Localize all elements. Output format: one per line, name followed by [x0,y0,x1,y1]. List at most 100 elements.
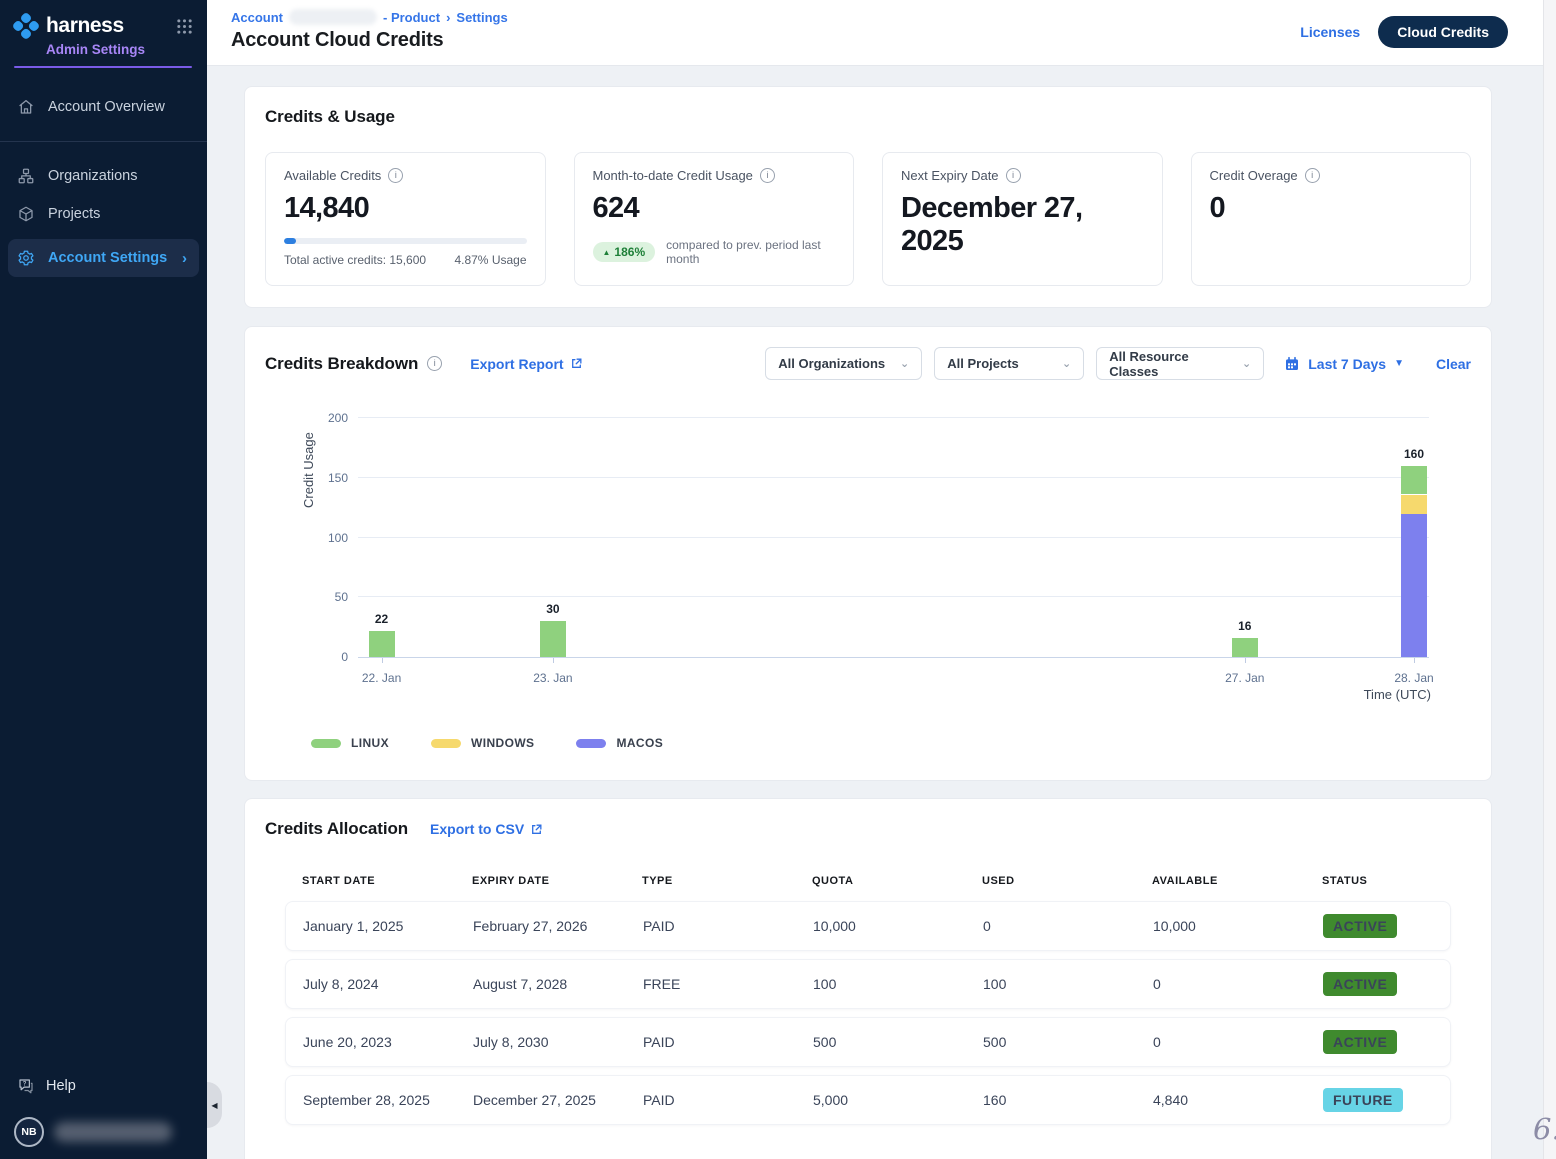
table-cell-start: July 8, 2024 [303,976,473,992]
export-report-link[interactable]: Export Report [470,356,582,372]
chevron-down-icon: ⌄ [1232,357,1251,370]
org-hierarchy-icon [17,167,35,185]
column-header: QUOTA [812,875,982,887]
stat-label: Next Expiry Date [901,168,999,183]
avatar[interactable]: NB [14,1117,44,1147]
sidebar-item-label: Projects [48,206,100,222]
info-icon[interactable]: i [388,168,403,183]
sidebar-divider [0,141,207,142]
sidebar-item-projects[interactable]: Projects [0,195,207,233]
resource-classes-select[interactable]: All Resource Classes⌄ [1096,347,1264,380]
credits-allocation-title: Credits Allocation [265,819,408,839]
delta-badge: ▲186% [593,242,656,262]
column-header: USED [982,875,1152,887]
redacted-account-name [289,9,377,25]
sidebar-item-organizations[interactable]: Organizations [0,157,207,195]
available-credits-value: 14,840 [284,192,527,225]
legend-item-macos[interactable]: MACOS [576,736,663,750]
available-credits-progress-fill [284,238,296,244]
help-label: Help [46,1078,76,1094]
table-row: July 8, 2024August 7, 2028FREE1001000ACT… [285,959,1451,1009]
export-csv-link[interactable]: Export to CSV [430,821,543,837]
projects-select[interactable]: All Projects⌄ [934,347,1084,380]
licenses-link[interactable]: Licenses [1300,24,1360,40]
legend-label: LINUX [351,736,389,750]
table-cell-status: ACTIVE [1323,914,1450,938]
info-icon[interactable]: i [760,168,775,183]
delta-note: compared to prev. period last month [666,238,835,266]
x-axis-tick [382,658,383,663]
legend-swatch [311,739,341,748]
sidebar-item-account-settings[interactable]: Account Settings › [8,239,199,277]
table-cell-available: 10,000 [1153,918,1323,934]
clear-filters-link[interactable]: Clear [1436,356,1471,372]
table-cell-start: June 20, 2023 [303,1034,473,1050]
credits-usage-title: Credits & Usage [265,107,1471,127]
stat-card-next-expiry: Next Expiry Date i December 27, 2025 [882,152,1163,286]
table-cell-expiry: August 7, 2028 [473,976,643,992]
home-icon [17,98,35,116]
chart-gridline [358,417,1429,418]
organizations-select[interactable]: All Organizations⌄ [765,347,922,380]
legend-item-windows[interactable]: WINDOWS [431,736,534,750]
page-scrollbar[interactable] [1543,0,1556,1159]
stat-card-mtd-usage: Month-to-date Credit Usage i 624 ▲186% c… [574,152,855,286]
chart-gridline [358,596,1429,597]
handwritten-annotation: 6. [1533,1112,1556,1146]
breadcrumb-account-link[interactable]: Account [231,10,283,25]
x-axis-tick [553,658,554,663]
date-range-picker[interactable]: Last 7 Days ▼ [1284,356,1404,372]
brand-name: harness [46,14,124,38]
bar-value-label: 30 [523,602,583,616]
bar-segment-windows [1401,495,1427,514]
table-cell-quota: 100 [813,976,983,992]
table-cell-quota: 10,000 [813,918,983,934]
credits-usage-card: Credits & Usage Available Credits i 14,8… [244,86,1492,308]
apps-grid-icon[interactable] [176,18,193,35]
sidebar-item-label: Account Settings [48,250,167,266]
module-subtitle: Admin Settings [46,42,193,57]
y-axis-tick-label: 200 [306,411,348,425]
info-icon[interactable]: i [1006,168,1021,183]
y-axis-tick-label: 0 [306,650,348,664]
sidebar-item-account-overview[interactable]: Account Overview [0,88,207,126]
calendar-icon [1284,356,1300,372]
page-content: Credits & Usage Available Credits i 14,8… [207,66,1556,1159]
table-cell-quota: 5,000 [813,1092,983,1108]
status-badge: ACTIVE [1323,914,1397,938]
chevron-down-icon: ⌄ [890,357,909,370]
table-cell-status: ACTIVE [1323,1030,1450,1054]
table-cell-type: FREE [643,976,813,992]
allocation-table: START DATE EXPIRY DATE TYPE QUOTA USED A… [285,875,1451,1125]
info-icon[interactable]: i [427,356,442,371]
y-axis-tick-label: 100 [306,531,348,545]
chevron-down-icon: ⌄ [1052,357,1071,370]
breadcrumb-product-link[interactable]: - Product [383,10,440,25]
bar-segment-macos [1401,514,1427,657]
table-row: June 20, 2023July 8, 2030PAID5005000ACTI… [285,1017,1451,1067]
redacted-username [54,1122,172,1142]
user-profile[interactable]: NB [0,1117,207,1147]
table-cell-status: ACTIVE [1323,972,1450,996]
help-button[interactable]: ? Help [0,1067,207,1105]
table-cell-used: 160 [983,1092,1153,1108]
sidebar-item-label: Account Overview [48,99,165,115]
column-header: TYPE [642,875,812,887]
stat-label: Month-to-date Credit Usage [593,168,753,183]
legend-swatch [576,739,606,748]
breadcrumb-settings-link[interactable]: Settings [456,10,507,25]
svg-text:?: ? [23,1082,27,1088]
table-cell-available: 4,840 [1153,1092,1323,1108]
table-cell-used: 0 [983,918,1153,934]
page-header: Account - Product › Settings Account Clo… [207,0,1556,66]
legend-label: MACOS [616,736,663,750]
credits-breakdown-title: Credits Breakdown [265,354,418,374]
status-badge: ACTIVE [1323,972,1397,996]
purple-divider [14,66,192,68]
bar-segment-linux [1401,466,1427,495]
info-icon[interactable]: i [1305,168,1320,183]
cloud-credits-button[interactable]: Cloud Credits [1378,16,1508,48]
credit-overage-value: 0 [1210,192,1453,225]
legend-item-linux[interactable]: LINUX [311,736,389,750]
table-cell-expiry: February 27, 2026 [473,918,643,934]
